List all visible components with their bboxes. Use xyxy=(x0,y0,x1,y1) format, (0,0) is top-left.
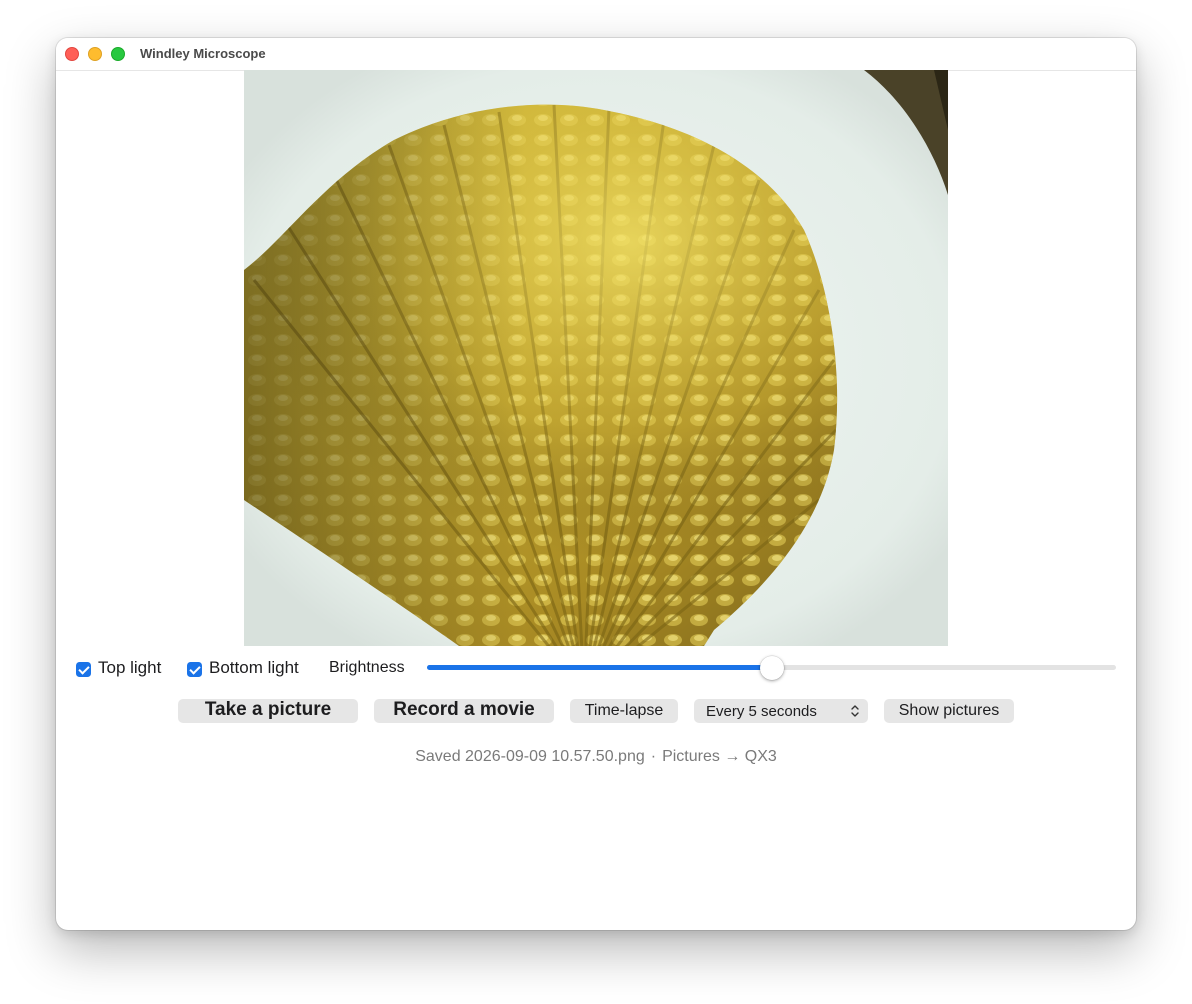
shell-image xyxy=(244,70,948,646)
status-separator: · xyxy=(650,748,657,765)
save-location-text: Pictures → QX3 xyxy=(662,748,777,765)
window-title: Windley Microscope xyxy=(140,46,266,61)
lighting-controls: Top light Bottom light Brightness xyxy=(76,656,1116,680)
maximize-icon[interactable] xyxy=(111,47,125,61)
minimize-icon[interactable] xyxy=(88,47,102,61)
saved-file-text: Saved 2026-09-09 10.57.50.png xyxy=(415,748,645,765)
chevron-up-down-icon xyxy=(851,705,859,717)
status-line: Saved 2026-09-09 10.57.50.png · Pictures →… xyxy=(56,748,1136,766)
take-picture-button[interactable]: Take a picture xyxy=(178,699,358,723)
title-bar: Windley Microscope xyxy=(56,38,1136,71)
brightness-label: Brightness xyxy=(329,659,405,676)
slider-fill xyxy=(427,665,772,670)
top-light-label[interactable]: Top light xyxy=(98,658,161,678)
show-pictures-button[interactable]: Show pictures xyxy=(884,699,1014,723)
app-window: Windley Microscope Top light Bottom ligh… xyxy=(56,38,1136,930)
time-lapse-button[interactable]: Time-lapse xyxy=(570,699,678,723)
top-light-checkbox[interactable] xyxy=(76,662,91,677)
close-icon[interactable] xyxy=(65,47,79,61)
brightness-slider[interactable] xyxy=(427,656,1116,680)
record-movie-button[interactable]: Record a movie xyxy=(374,699,554,723)
interval-select[interactable]: Every 5 seconds xyxy=(694,699,868,723)
interval-select-value: Every 5 seconds xyxy=(706,703,817,720)
bottom-light-label[interactable]: Bottom light xyxy=(209,658,299,678)
slider-thumb[interactable] xyxy=(759,656,784,680)
microscope-live-view xyxy=(244,70,948,646)
bottom-light-checkbox[interactable] xyxy=(187,662,202,677)
